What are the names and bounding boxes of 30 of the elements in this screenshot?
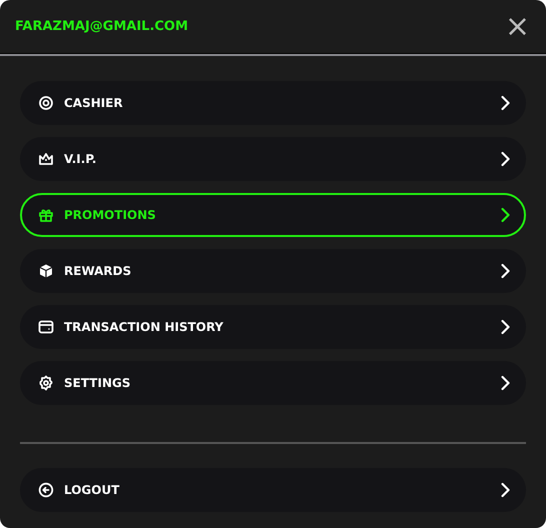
menu-item[interactable]: V.I.P. [20,137,526,181]
chevron-right-icon [500,482,510,498]
menu-item[interactable]: REWARDS [20,249,526,293]
menu-label: CASHIER [64,96,124,110]
close-button[interactable]: × [502,14,532,38]
menu-label: SETTINGS [64,376,132,390]
menu-label: LOGOUT [64,483,120,497]
menu-label: V.I.P. [64,152,98,166]
cube-icon [38,263,54,279]
chevron-right-icon [500,207,510,223]
gift-icon [38,207,54,223]
menu-item[interactable]: PROMOTIONS [20,193,526,237]
menu-label: PROMOTIONS [64,208,157,222]
chevron-right-icon [500,151,510,167]
coin-icon [38,95,54,111]
logout-icon [38,482,54,498]
menu-item[interactable]: LOGOUT [20,468,526,512]
chevron-right-icon [500,95,510,111]
chevron-right-icon [500,375,510,391]
account-email: FARAZMAJ@GMAIL.COM [15,19,188,34]
menu-item[interactable]: SETTINGS [20,361,526,405]
crown-icon [38,151,54,167]
chevron-right-icon [500,263,510,279]
wallet-icon [38,319,54,335]
menu-item[interactable]: CASHIER [20,81,526,125]
chevron-right-icon [500,319,510,335]
gear-icon [38,375,54,391]
menu-label: REWARDS [64,264,132,278]
menu-label: TRANSACTION HISTORY [64,320,224,334]
menu-item[interactable]: TRANSACTION HISTORY [20,305,526,349]
